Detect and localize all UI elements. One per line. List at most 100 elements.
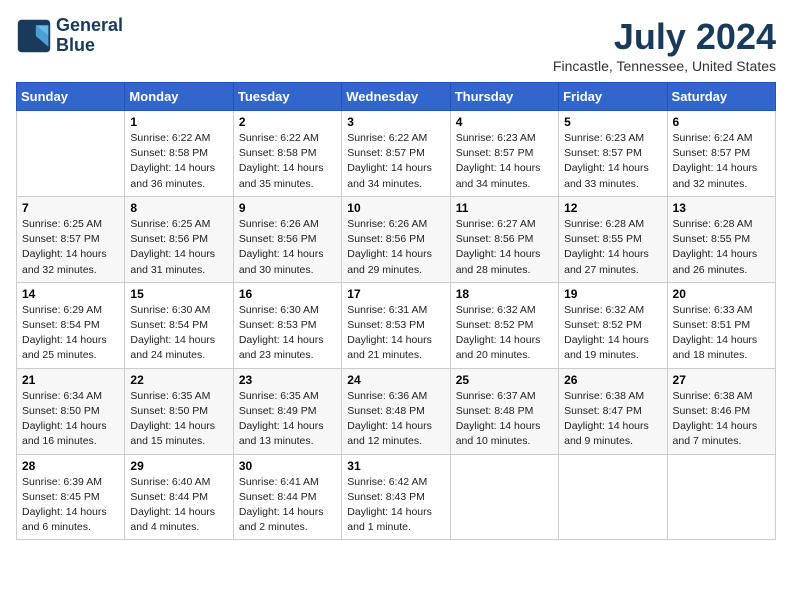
header-thursday: Thursday (450, 83, 558, 111)
cell-text-line: Sunrise: 6:23 AM (456, 131, 553, 146)
day-number: 28 (22, 459, 119, 473)
cell-text-line: Daylight: 14 hours (564, 333, 661, 348)
day-number: 18 (456, 287, 553, 301)
cell-text-line: Sunrise: 6:31 AM (347, 303, 444, 318)
cell-text-line: Sunset: 8:57 PM (564, 146, 661, 161)
logo-icon (16, 18, 52, 54)
cell-text-line: Sunset: 8:53 PM (239, 318, 336, 333)
day-number: 19 (564, 287, 661, 301)
cell-text-line: Daylight: 14 hours (130, 247, 227, 262)
day-number: 21 (22, 373, 119, 387)
calendar-cell: 17Sunrise: 6:31 AMSunset: 8:53 PMDayligh… (342, 282, 450, 368)
cell-text-line: Sunset: 8:54 PM (130, 318, 227, 333)
cell-text-line: and 10 minutes. (456, 434, 553, 449)
day-number: 31 (347, 459, 444, 473)
cell-text-line: Sunrise: 6:38 AM (673, 389, 770, 404)
cell-text-line: Sunrise: 6:30 AM (239, 303, 336, 318)
cell-text-line: Sunrise: 6:33 AM (673, 303, 770, 318)
day-number: 9 (239, 201, 336, 215)
calendar-cell: 28Sunrise: 6:39 AMSunset: 8:45 PMDayligh… (17, 454, 125, 540)
day-number: 12 (564, 201, 661, 215)
cell-text-line: Sunset: 8:56 PM (347, 232, 444, 247)
cell-text-line: Daylight: 14 hours (456, 419, 553, 434)
cell-text-line: Sunset: 8:56 PM (456, 232, 553, 247)
week-row-3: 21Sunrise: 6:34 AMSunset: 8:50 PMDayligh… (17, 368, 776, 454)
cell-text-line: Sunset: 8:44 PM (239, 490, 336, 505)
cell-text-line: and 32 minutes. (673, 177, 770, 192)
cell-text-line: Sunset: 8:47 PM (564, 404, 661, 419)
cell-text-line: Sunset: 8:48 PM (347, 404, 444, 419)
logo-line1: General (56, 16, 123, 36)
logo-text: General Blue (56, 16, 123, 56)
cell-text-line: Daylight: 14 hours (22, 419, 119, 434)
calendar-header-row: SundayMondayTuesdayWednesdayThursdayFrid… (17, 83, 776, 111)
calendar-cell: 21Sunrise: 6:34 AMSunset: 8:50 PMDayligh… (17, 368, 125, 454)
cell-text-line: and 36 minutes. (130, 177, 227, 192)
cell-text-line: Sunset: 8:51 PM (673, 318, 770, 333)
cell-text-line: Daylight: 14 hours (130, 419, 227, 434)
cell-text-line: and 2 minutes. (239, 520, 336, 535)
cell-text-line: Sunset: 8:50 PM (22, 404, 119, 419)
cell-text-line: Sunset: 8:48 PM (456, 404, 553, 419)
cell-text-line: Daylight: 14 hours (347, 419, 444, 434)
cell-text-line: and 27 minutes. (564, 263, 661, 278)
day-number: 26 (564, 373, 661, 387)
title-area: July 2024 Fincastle, Tennessee, United S… (553, 16, 776, 74)
day-number: 7 (22, 201, 119, 215)
cell-text-line: Daylight: 14 hours (564, 247, 661, 262)
cell-text-line: Sunset: 8:45 PM (22, 490, 119, 505)
cell-text-line: and 34 minutes. (456, 177, 553, 192)
header-tuesday: Tuesday (233, 83, 341, 111)
cell-text-line: Sunrise: 6:27 AM (456, 217, 553, 232)
day-number: 30 (239, 459, 336, 473)
day-number: 1 (130, 115, 227, 129)
cell-text-line: and 1 minute. (347, 520, 444, 535)
subtitle: Fincastle, Tennessee, United States (553, 58, 776, 74)
cell-text-line: Sunrise: 6:24 AM (673, 131, 770, 146)
calendar-cell: 4Sunrise: 6:23 AMSunset: 8:57 PMDaylight… (450, 111, 558, 197)
cell-text-line: Sunrise: 6:41 AM (239, 475, 336, 490)
header-wednesday: Wednesday (342, 83, 450, 111)
calendar-cell: 25Sunrise: 6:37 AMSunset: 8:48 PMDayligh… (450, 368, 558, 454)
cell-text-line: Sunrise: 6:26 AM (239, 217, 336, 232)
cell-text-line: and 15 minutes. (130, 434, 227, 449)
day-number: 25 (456, 373, 553, 387)
header: General Blue July 2024 Fincastle, Tennes… (16, 16, 776, 74)
cell-text-line: and 31 minutes. (130, 263, 227, 278)
cell-text-line: and 35 minutes. (239, 177, 336, 192)
cell-text-line: Sunset: 8:55 PM (673, 232, 770, 247)
cell-text-line: Sunrise: 6:22 AM (239, 131, 336, 146)
cell-text-line: Daylight: 14 hours (673, 419, 770, 434)
cell-text-line: and 20 minutes. (456, 348, 553, 363)
day-number: 16 (239, 287, 336, 301)
cell-text-line: Sunset: 8:56 PM (130, 232, 227, 247)
cell-text-line: Daylight: 14 hours (130, 333, 227, 348)
day-number: 5 (564, 115, 661, 129)
cell-text-line: Daylight: 14 hours (347, 247, 444, 262)
cell-text-line: and 33 minutes. (564, 177, 661, 192)
cell-text-line: Sunset: 8:54 PM (22, 318, 119, 333)
calendar-cell: 3Sunrise: 6:22 AMSunset: 8:57 PMDaylight… (342, 111, 450, 197)
cell-text-line: Daylight: 14 hours (673, 333, 770, 348)
cell-text-line: and 6 minutes. (22, 520, 119, 535)
cell-text-line: Sunrise: 6:39 AM (22, 475, 119, 490)
calendar-cell: 31Sunrise: 6:42 AMSunset: 8:43 PMDayligh… (342, 454, 450, 540)
cell-text-line: Daylight: 14 hours (456, 161, 553, 176)
cell-text-line: and 18 minutes. (673, 348, 770, 363)
cell-text-line: Sunset: 8:57 PM (673, 146, 770, 161)
cell-text-line: Daylight: 14 hours (239, 419, 336, 434)
cell-text-line: Daylight: 14 hours (130, 161, 227, 176)
cell-text-line: Sunset: 8:44 PM (130, 490, 227, 505)
calendar-cell (17, 111, 125, 197)
cell-text-line: Sunset: 8:58 PM (239, 146, 336, 161)
day-number: 10 (347, 201, 444, 215)
cell-text-line: Sunset: 8:49 PM (239, 404, 336, 419)
cell-text-line: and 32 minutes. (22, 263, 119, 278)
day-number: 24 (347, 373, 444, 387)
cell-text-line: Sunset: 8:43 PM (347, 490, 444, 505)
cell-text-line: Daylight: 14 hours (456, 333, 553, 348)
calendar-cell: 15Sunrise: 6:30 AMSunset: 8:54 PMDayligh… (125, 282, 233, 368)
calendar-cell: 12Sunrise: 6:28 AMSunset: 8:55 PMDayligh… (559, 196, 667, 282)
cell-text-line: Sunrise: 6:22 AM (130, 131, 227, 146)
day-number: 8 (130, 201, 227, 215)
